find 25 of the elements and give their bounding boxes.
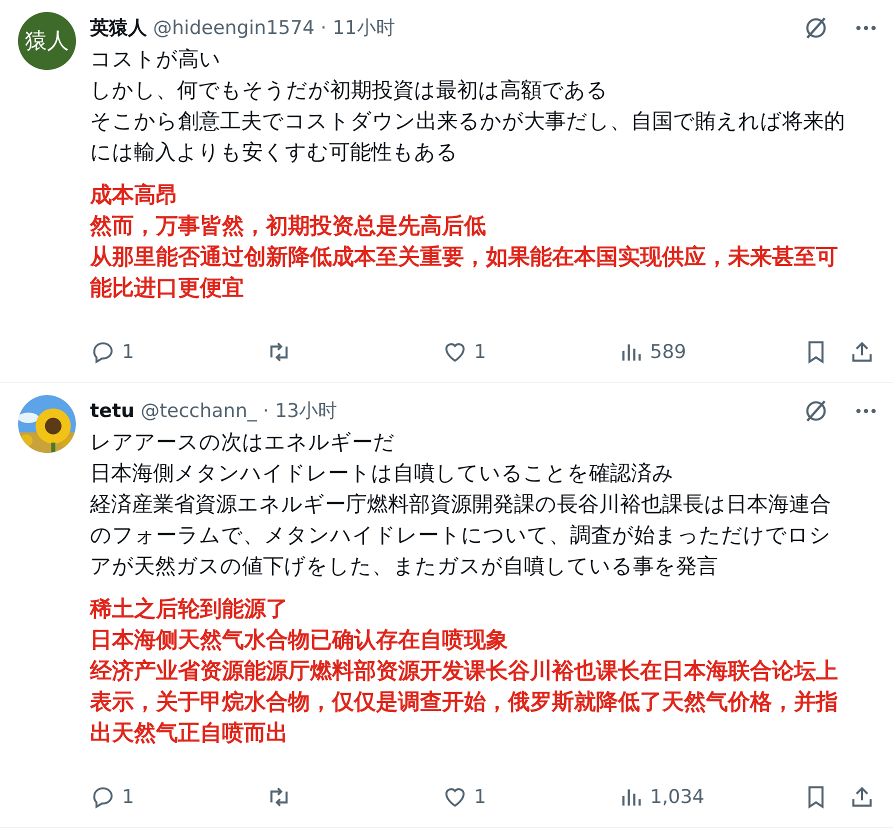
translation-text: 然而，万事皆然，初期投资总是先高后低 [90,212,487,241]
translation-text: 经济产业省资源能源厅燃料部资源开发课长谷川裕也课长在日本海联合论坛上表示，关于甲烷水合物，仅仅是调查开始，俄罗斯就降低了天然气价格，并指出天然气正自喷而出 [90,658,839,748]
user-name[interactable]: 英猿人 [90,15,147,41]
like-button[interactable]: 1 [442,339,618,365]
reply-button[interactable]: 1 [90,784,266,810]
like-button[interactable]: 1 [442,784,618,810]
post-text: そこから創意工夫でコストダウン出来るかが大事だし、自国で賄えれば将来的には輸入よりも安くすむ可能性もある [90,108,846,166]
views-button[interactable]: 589 [618,339,794,365]
post-text: 日本海側メタンハイドレートは自噴していることを確認済み [90,460,675,487]
post-text: 経済産業省資源エネルギー庁燃料部資源開発課の長谷川裕也課長は日本海連合のフォーラムで、メタンハイドレートについて、調査が始まっただけでロシアが天然ガスの値下げをした、またガスが自噴している事を発言 [90,491,832,580]
user-name[interactable]: tetu [90,400,135,422]
translation-text: 稀土之后轮到能源了 [90,596,289,624]
translation-text: 成本高昂 [90,182,179,210]
post-time[interactable]: · 11小时 [320,15,395,41]
user-handle[interactable]: @tecchann_ [140,400,257,422]
post-text: しかし、何でもそうだが初期投資は最初は高額である [90,77,609,104]
views-button[interactable]: 1,034 [618,784,794,810]
post-text: コストが高い [90,46,222,73]
user-handle[interactable]: @hideengin1574 [153,17,315,39]
post-time[interactable]: · 13小时 [262,398,338,424]
avatar[interactable]: 猿人 [18,12,76,70]
post-text: レアアースの次はエネルギーだ [90,429,396,456]
translation-text: 日本海侧天然气水合物已确认存在自喷现象 [90,627,509,655]
translation-text: 从那里能否通过创新降低成本至关重要，如果能在本国实现供应，未来甚至可能比进口更便宜 [90,244,839,303]
reply-button[interactable]: 1 [90,339,266,365]
